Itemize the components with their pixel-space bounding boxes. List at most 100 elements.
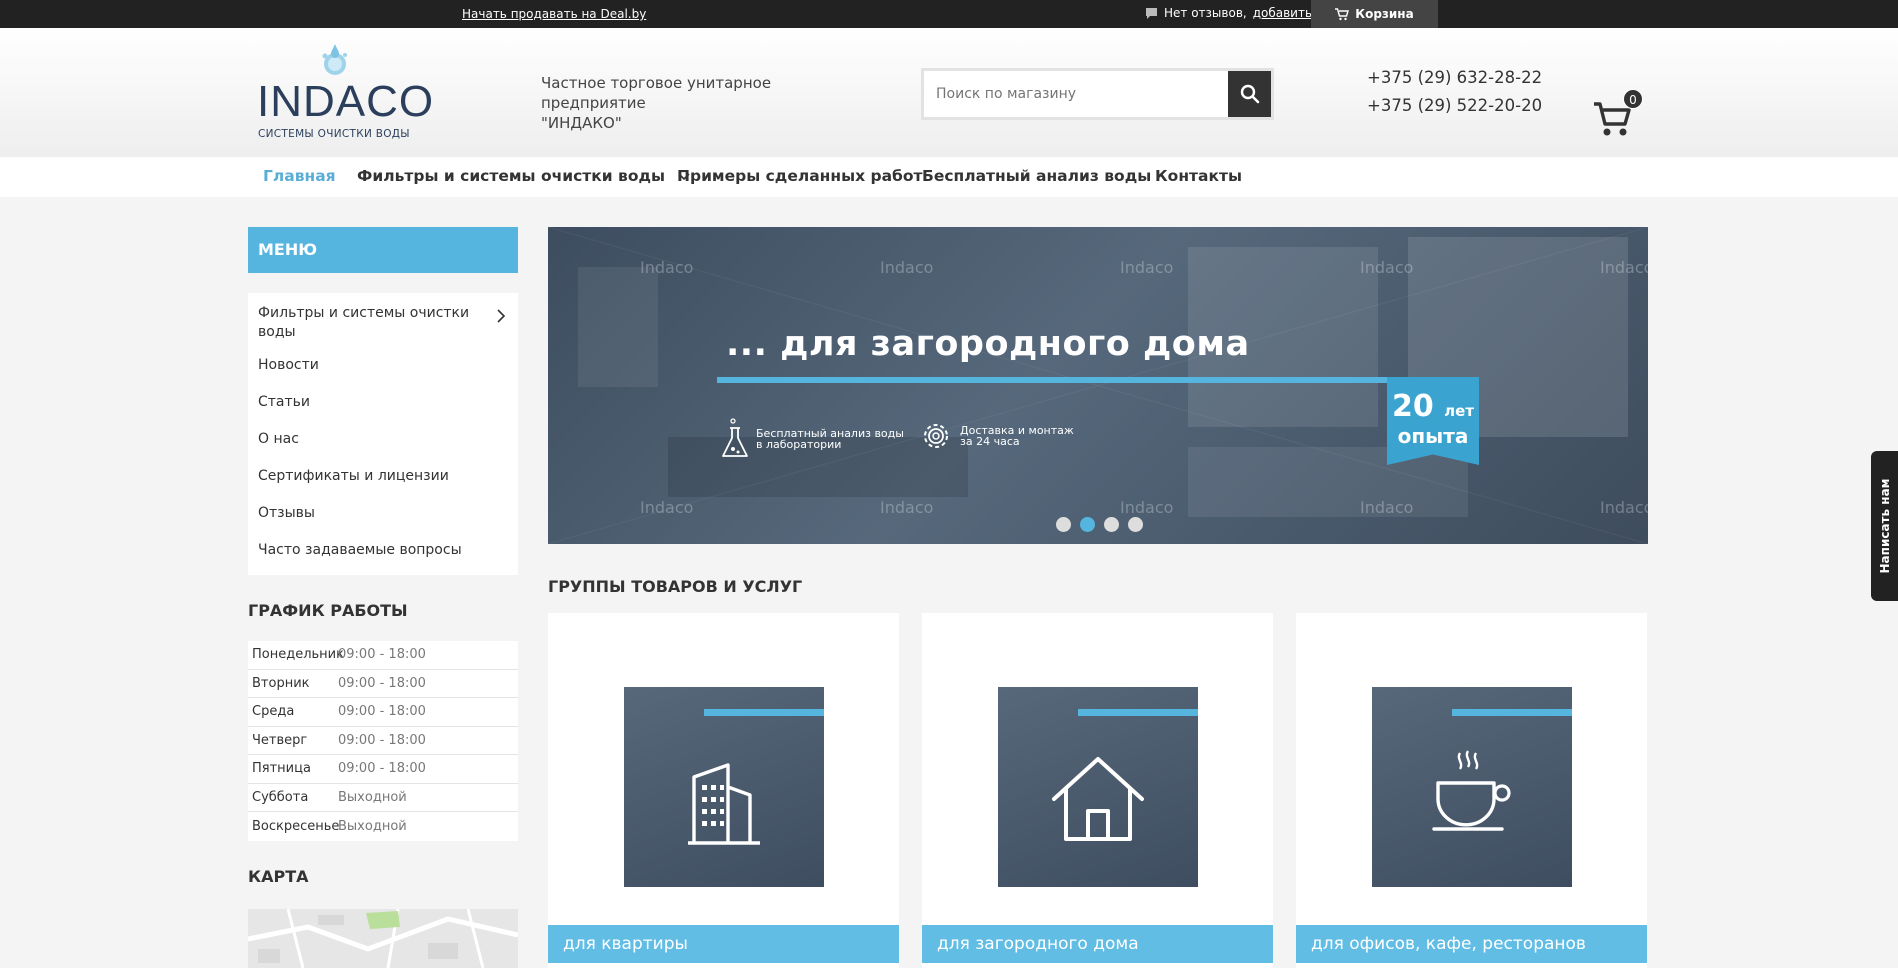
sidebar-menu: Фильтры и системы очистки воды Новости С… (248, 293, 518, 575)
watermark: Indaco (1360, 258, 1414, 277)
sidebar-item-filters[interactable]: Фильтры и системы очистки воды (248, 299, 518, 347)
slider-dot-1[interactable] (1056, 517, 1071, 532)
top-bar: Начать продавать на Deal.by Нет отзывов,… (0, 0, 1898, 28)
flask-icon (722, 418, 748, 457)
start-selling-link[interactable]: Начать продавать на Deal.by (462, 7, 646, 21)
schedule-table: Понедельник 09:00 - 18:00 Вторник 09:00 - … (248, 641, 518, 841)
search-input[interactable] (924, 71, 1230, 117)
logo-subtitle: СИСТЕМЫ ОЧИСТКИ ВОДЫ (258, 128, 410, 140)
cart-count-badge: 0 (1623, 89, 1643, 109)
badge-unit: лет (1444, 402, 1475, 420)
nav-contacts[interactable]: Контакты (1155, 167, 1242, 185)
watermark: Indaco (1120, 498, 1174, 517)
badge-text: опыта (1397, 424, 1469, 448)
search-icon (1240, 84, 1259, 104)
company-line-2: "ИНДАКО" (541, 114, 622, 132)
reviews-text: Нет отзывов, (1164, 6, 1247, 20)
groups-title: ГРУППЫ ТОВАРОВ И УСЛУГ (548, 577, 803, 596)
company-line-1: Частное торговое унитарное предприятие (541, 74, 772, 112)
write-us-button[interactable]: Написать нам (1871, 451, 1898, 601)
feature-delivery: Доставка и монтаж за 24 часа (918, 418, 1074, 454)
feature-1-line-2: в лаборатории (756, 438, 842, 451)
card-label: для загородного дома (922, 925, 1273, 963)
schedule-day: Четверг (252, 732, 308, 748)
slider-dot-2[interactable] (1080, 517, 1095, 532)
group-card-apartment[interactable]: для квартиры (548, 613, 899, 968)
sidebar-item-certificates[interactable]: Сертификаты и лицензии (248, 458, 518, 495)
schedule-day: Суббота (252, 789, 309, 805)
menu-title: МЕНЮ (248, 227, 518, 273)
group-card-country-house[interactable]: для загородного дома (922, 613, 1273, 968)
schedule-time: Выходной (338, 789, 407, 805)
nav-home[interactable]: Главная (263, 167, 336, 185)
banner-title: ... для загородного дома (726, 324, 1250, 364)
schedule-title: ГРАФИК РАБОТЫ (248, 601, 408, 620)
nav-filters[interactable]: Фильтры и системы очистки воды (357, 167, 691, 185)
map-graphic (248, 909, 518, 968)
watermark: Indaco (880, 498, 934, 517)
sidebar-item-faq[interactable]: Часто задаваемые вопросы (248, 532, 518, 569)
banner-background (548, 227, 1648, 544)
nav-water-analysis[interactable]: Бесплатный анализ воды (922, 167, 1151, 185)
phone-1[interactable]: +375 (29) 632-28-22 (1367, 64, 1542, 92)
schedule-row: Среда 09:00 - 18:00 (248, 698, 518, 727)
search-box (921, 68, 1274, 120)
banner-accent-line (717, 377, 1463, 383)
schedule-day: Вторник (252, 675, 310, 691)
slider-dot-4[interactable] (1128, 517, 1143, 532)
schedule-day: Понедельник (252, 647, 344, 663)
phone-2[interactable]: +375 (29) 522-20-20 (1367, 92, 1542, 120)
schedule-row: Вторник 09:00 - 18:00 (248, 670, 518, 698)
top-cart-button[interactable]: Корзина (1311, 0, 1438, 28)
reviews-status: Нет отзывов, добавить (1145, 6, 1312, 20)
water-splash-icon (322, 44, 347, 75)
card-label: для офисов, кафе, ресторанов (1296, 925, 1647, 963)
card-image (1372, 687, 1572, 887)
nav-examples[interactable]: Примеры сделанных работ (677, 167, 923, 185)
sidebar-item-articles[interactable]: Статьи (248, 384, 518, 421)
map-widget[interactable] (248, 909, 518, 968)
cart-small-icon (1335, 7, 1350, 20)
schedule-time: 09:00 - 18:00 (338, 675, 426, 691)
card-accent-bar (704, 709, 824, 716)
indaco-logo[interactable]: INDACO СИСТЕМЫ ОЧИСТКИ ВОДЫ (257, 42, 433, 142)
schedule-time: 09:00 - 18:00 (338, 761, 426, 777)
hero-slider[interactable]: Indaco Indaco Indaco Indaco Indaco Indac… (548, 227, 1648, 544)
main-nav: Главная Фильтры и системы очистки воды П… (0, 157, 1898, 197)
schedule-time: 09:00 - 18:00 (338, 704, 426, 720)
card-accent-bar (1452, 709, 1572, 716)
card-label: для квартиры (548, 925, 899, 963)
gear-icon (924, 424, 948, 448)
watermark: Indaco (640, 258, 694, 277)
card-image (624, 687, 824, 887)
schedule-day: Среда (252, 704, 295, 720)
top-cart-label: Корзина (1355, 7, 1414, 21)
chevron-right-icon (497, 309, 506, 323)
group-card-office-cafe[interactable]: для офисов, кафе, ресторанов (1296, 613, 1647, 968)
sidebar-item-label: Фильтры и системы очистки воды (258, 305, 470, 340)
sidebar-item-about[interactable]: О нас (248, 421, 518, 458)
schedule-row: Воскресенье Выходной (248, 812, 518, 841)
card-image (998, 687, 1198, 887)
write-us-label: Написать нам (1877, 478, 1892, 574)
site-header: INDACO СИСТЕМЫ ОЧИСТКИ ВОДЫ Частное торг… (0, 28, 1898, 157)
slider-dot-3[interactable] (1104, 517, 1119, 532)
add-review-link[interactable]: добавить (1253, 6, 1312, 20)
house-icon (1052, 757, 1144, 841)
schedule-time: 09:00 - 18:00 (338, 732, 426, 748)
feature-2-line-2: за 24 часа (960, 435, 1020, 448)
phone-numbers: +375 (29) 632-28-22 +375 (29) 522-20-20 (1367, 64, 1542, 120)
feature-lab-analysis: Бесплатный анализ воды в лаборатории (720, 418, 904, 460)
badge-number: 20 (1391, 389, 1434, 424)
slider-dots (1056, 517, 1143, 532)
watermark: Indaco (1120, 258, 1174, 277)
sidebar-item-reviews[interactable]: Отзывы (248, 495, 518, 532)
sidebar-item-news[interactable]: Новости (248, 347, 518, 384)
search-button[interactable] (1228, 71, 1271, 117)
coffee-cup-icon (1432, 750, 1511, 831)
schedule-row: Суббота Выходной (248, 784, 518, 812)
nav-filters-label: Фильтры и системы очистки воды (357, 167, 666, 185)
schedule-row: Четверг 09:00 - 18:00 (248, 727, 518, 755)
map-title: КАРТА (248, 867, 309, 886)
schedule-row: Понедельник 09:00 - 18:00 (248, 641, 518, 670)
